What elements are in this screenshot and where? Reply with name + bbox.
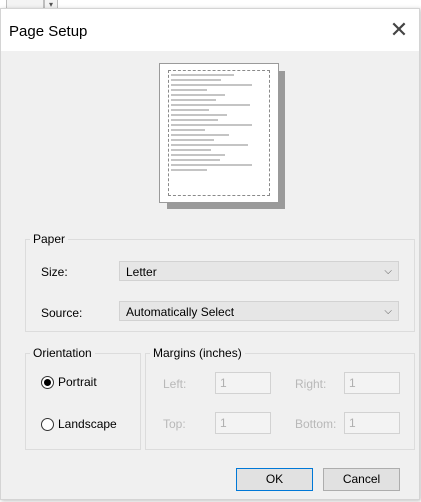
right-margin-label: Right: [295,377,327,391]
source-label: Source: [41,306,83,320]
portrait-radio-button[interactable] [41,375,54,389]
bottom-margin-label: Bottom: [295,417,337,431]
landscape-label: Landscape [58,417,117,431]
top-margin-label: Top: [163,417,186,431]
paper-source-select[interactable]: Automatically Select ⌵ [119,301,399,321]
orientation-legend: Orientation [33,346,92,360]
paper-size-value: Letter [126,265,157,279]
right-margin-input[interactable]: 1 [344,372,400,394]
paper-legend: Paper [33,232,66,246]
ok-button[interactable]: OK [236,468,313,491]
bottom-margin-input[interactable]: 1 [344,412,400,434]
chevron-down-icon: ⌵ [384,266,392,277]
chevron-down-icon: ⌵ [384,306,392,317]
paper-size-select[interactable]: Letter ⌵ [119,261,399,281]
top-margin-input[interactable]: 1 [215,412,271,434]
portrait-radio[interactable]: Portrait [41,375,97,389]
cancel-button[interactable]: Cancel [323,468,400,491]
size-label: Size: [41,265,68,279]
left-margin-label: Left: [163,377,187,391]
radio-selected-dot [44,378,51,386]
paper-source-value: Automatically Select [126,305,235,319]
orientation-group: Orientation [25,346,141,450]
preview-text-lines [171,74,261,174]
left-margin-input[interactable]: 1 [215,372,271,394]
title-bar: Page Setup ✕ [1,9,419,51]
margins-group: Margins (inches) [145,346,415,450]
page-preview [159,63,279,203]
close-icon[interactable]: ✕ [379,13,419,47]
dialog-title: Page Setup [9,23,88,40]
landscape-radio[interactable]: Landscape [41,417,117,431]
page-setup-dialog: Page Setup ✕ Paper Size: Letter ⌵ Source… [0,8,420,500]
landscape-radio-button[interactable] [41,417,54,431]
portrait-label: Portrait [58,375,97,389]
margins-legend: Margins (inches) [153,346,242,360]
